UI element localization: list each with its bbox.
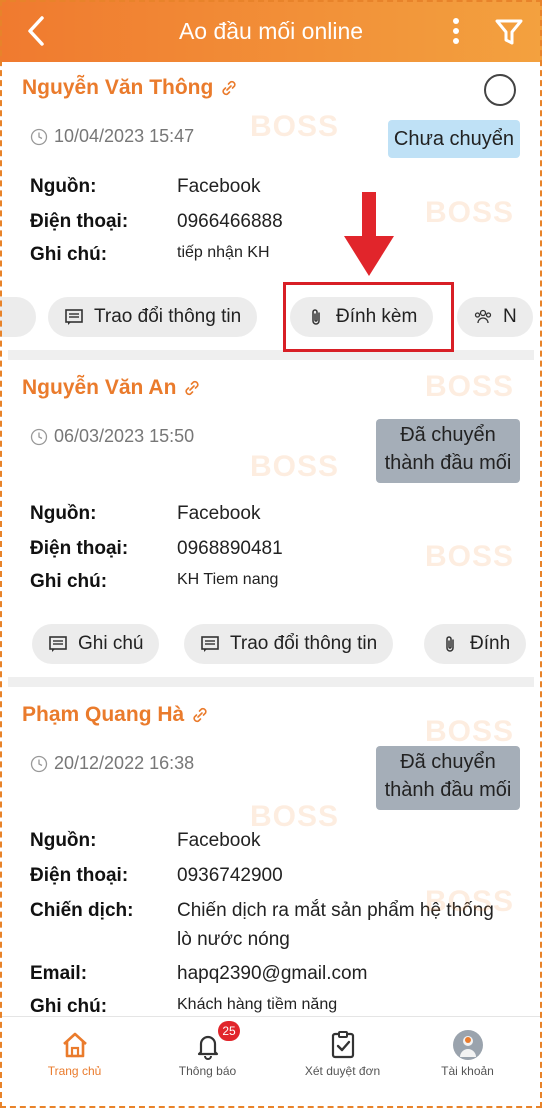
status-badge: Đã chuyển thành đầu mối xyxy=(376,746,520,810)
field-row: Ghi chú: tiếp nhận KH xyxy=(30,244,270,265)
status-badge: Đã chuyển thành đầu mối xyxy=(376,419,520,483)
watermark: BOSS xyxy=(250,800,340,833)
tab-approvals[interactable]: Xét duyệt đơn xyxy=(275,1017,410,1108)
exchange-info-button[interactable]: Trao đổi thông tin xyxy=(184,624,394,664)
clipboard-check-icon xyxy=(331,1031,354,1059)
avatar-icon xyxy=(452,1030,483,1060)
watermark: BOSS xyxy=(425,196,515,229)
filter-icon[interactable] xyxy=(494,17,524,47)
select-radio[interactable] xyxy=(484,74,516,106)
tab-account[interactable]: Tài khoản xyxy=(400,1017,535,1108)
bottom-tab-bar: Trang chủ 25 Thông báo Xét duyệt đơn Tài… xyxy=(0,1016,542,1108)
down-arrow-annotation xyxy=(344,192,394,276)
exchange-info-button[interactable]: Trao đổi thông tin xyxy=(48,297,258,337)
field-row: Ghi chú: KH Tiem nang xyxy=(30,571,279,592)
group-icon xyxy=(474,309,492,324)
action-bar[interactable]: Ghi chú Trao đổi thông tin Đính xyxy=(0,624,542,668)
clock-icon xyxy=(30,128,48,145)
card-divider xyxy=(8,677,534,687)
card-divider xyxy=(8,350,534,360)
field-row: Điện thoại: 0966466888 xyxy=(30,211,283,232)
more-vertical-icon[interactable] xyxy=(446,16,466,46)
lead-name[interactable]: Nguyễn Văn Thông xyxy=(22,76,239,100)
message-icon xyxy=(49,636,67,652)
highlight-box xyxy=(283,282,454,352)
tab-notifications[interactable]: 25 Thông báo xyxy=(140,1017,275,1108)
field-row: Chiến dịch: Chiến dịch ra mắt sản phẩm h… xyxy=(30,900,494,950)
message-icon xyxy=(201,636,219,652)
lead-name[interactable]: Phạm Quang Hà xyxy=(22,703,210,727)
field-row: Điện thoại: 0968890481 xyxy=(30,538,283,559)
paperclip-icon xyxy=(446,636,454,652)
created-time: 06/03/2023 15:50 xyxy=(30,426,194,447)
tab-home[interactable]: Trang chủ xyxy=(7,1017,142,1108)
link-icon[interactable] xyxy=(190,705,210,725)
created-time: 20/12/2022 16:38 xyxy=(30,753,194,774)
page-title: Ao đầu mối online xyxy=(178,17,364,44)
field-row: Nguồn: Facebook xyxy=(30,503,261,524)
watermark: BOSS xyxy=(425,540,515,573)
field-row: Nguồn: Facebook xyxy=(30,830,261,851)
link-icon[interactable] xyxy=(182,378,202,398)
notification-count-badge: 25 xyxy=(218,1021,240,1041)
attachment-button[interactable]: Đính xyxy=(424,624,527,664)
created-time: 10/04/2023 15:47 xyxy=(30,126,194,147)
more-action-button[interactable]: N xyxy=(457,297,533,337)
watermark: BOSS xyxy=(425,370,515,403)
field-row: Ghi chú: Khách hàng tiềm năng xyxy=(30,996,338,1017)
action-bar[interactable]: Trao đổi thông tin Đính kèm N xyxy=(0,297,542,341)
clock-icon xyxy=(30,755,48,772)
watermark: BOSS xyxy=(250,110,340,143)
status-badge: Chưa chuyển xyxy=(388,120,520,158)
back-arrow-icon[interactable] xyxy=(22,14,52,48)
field-row: Nguồn: Facebook xyxy=(30,176,261,197)
link-icon[interactable] xyxy=(219,78,239,98)
clock-icon xyxy=(30,428,48,445)
app-header: Ao đầu mối online xyxy=(0,0,542,62)
field-row: Điện thoại: 0936742900 xyxy=(30,865,283,886)
watermark: BOSS xyxy=(250,450,340,483)
watermark: BOSS xyxy=(425,715,515,748)
lead-name[interactable]: Nguyễn Văn An xyxy=(22,376,202,400)
action-pill-hidden[interactable] xyxy=(0,297,36,337)
note-button[interactable]: Ghi chú xyxy=(32,624,160,664)
message-icon xyxy=(65,309,83,325)
home-icon xyxy=(62,1032,87,1058)
field-row: Email: hapq2390@gmail.com xyxy=(30,963,368,984)
